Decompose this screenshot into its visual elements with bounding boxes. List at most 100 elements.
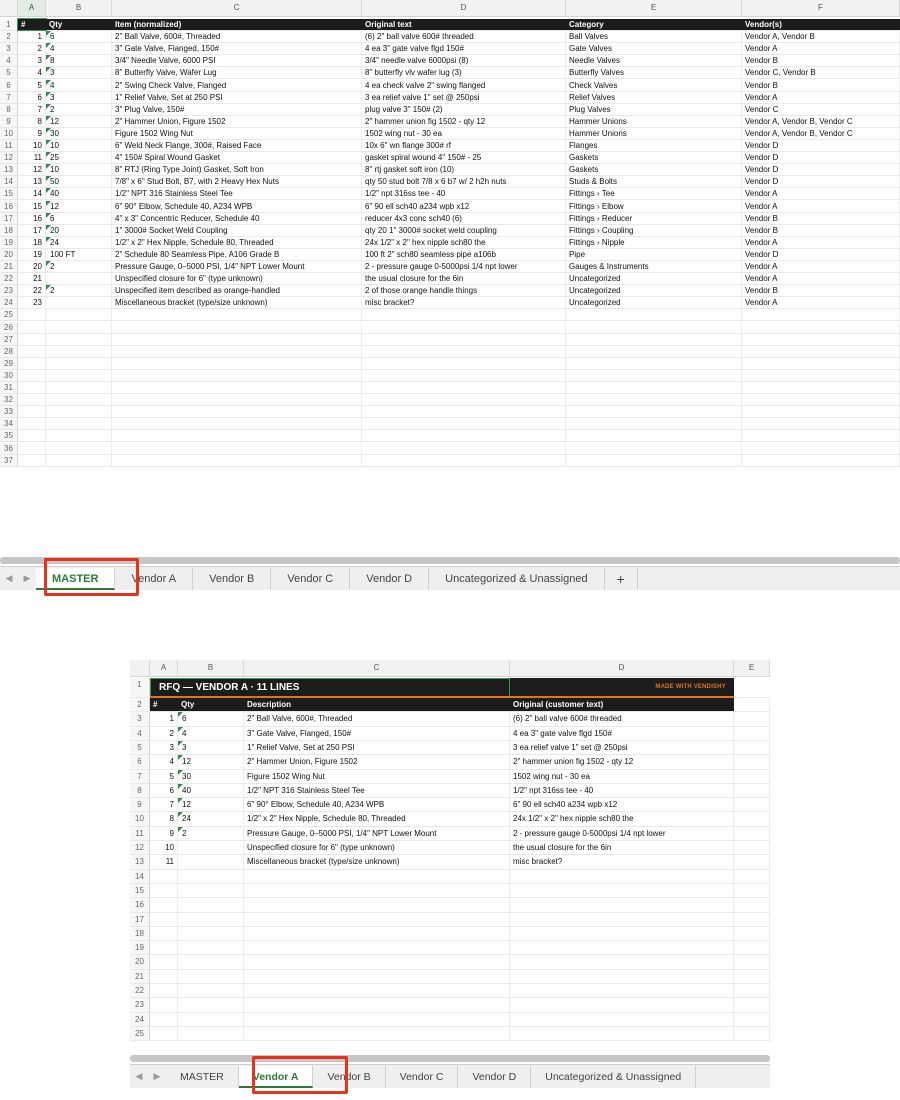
table-cell[interactable]: 1" Relief Valve, Set at 250 PSI — [244, 740, 510, 755]
table-cell[interactable] — [362, 394, 566, 406]
table-cell[interactable] — [566, 394, 742, 406]
tab-vendor-c[interactable]: Vendor C — [271, 567, 351, 590]
table-cell[interactable]: 3" Gate Valve, Flanged, 150# — [112, 43, 362, 55]
header-cell[interactable]: # — [150, 698, 178, 712]
table-cell[interactable] — [150, 912, 178, 926]
table-cell[interactable] — [46, 382, 112, 394]
table-cell[interactable]: Vendor A — [742, 200, 900, 212]
table-cell[interactable]: 40 — [46, 188, 112, 200]
column-header-b[interactable]: B — [178, 660, 244, 676]
table-cell[interactable]: Vendor D — [742, 152, 900, 164]
table-cell[interactable] — [150, 941, 178, 955]
table-cell[interactable]: 18 — [18, 236, 46, 248]
tab-vendor-c[interactable]: Vendor C — [386, 1065, 459, 1088]
table-cell[interactable] — [742, 394, 900, 406]
row-number[interactable]: 25 — [130, 1026, 150, 1041]
row-number[interactable]: 12 — [0, 152, 18, 164]
table-cell[interactable]: 2" Hammer Union, Figure 1502 — [112, 115, 362, 127]
table-cell[interactable]: qty 50 stud bolt 7/8 x 6 b7 w/ 2 h2h nut… — [362, 176, 566, 188]
add-sheet-button[interactable]: + — [605, 567, 638, 590]
table-cell[interactable] — [734, 926, 770, 941]
select-all-corner[interactable] — [0, 0, 18, 16]
table-cell[interactable]: 1/2" NPT 316 Stainless Steel Tee — [112, 188, 362, 200]
row-number[interactable]: 1 — [0, 19, 18, 31]
table-cell[interactable]: 12 — [46, 200, 112, 212]
table-cell[interactable]: 2 — [150, 726, 178, 740]
table-cell[interactable]: 16 — [18, 212, 46, 224]
table-cell[interactable] — [244, 984, 510, 998]
table-cell[interactable] — [150, 969, 178, 984]
table-cell[interactable]: Figure 1502 Wing Nut — [244, 769, 510, 783]
table-cell[interactable]: 4 ea 3" gate valve flgd 150# — [362, 43, 566, 55]
table-cell[interactable]: 4 — [18, 67, 46, 79]
table-cell[interactable]: 2" Hammer Union, Figure 1502 — [244, 755, 510, 769]
column-header-c[interactable]: C — [244, 660, 510, 676]
table-cell[interactable] — [362, 430, 566, 442]
table-cell[interactable]: 10 — [18, 140, 46, 152]
table-cell[interactable]: 1502 wing nut - 30 ea — [362, 127, 566, 139]
table-cell[interactable] — [244, 869, 510, 883]
table-cell[interactable]: 3 — [18, 55, 46, 67]
table-cell[interactable]: 12 — [46, 115, 112, 127]
row-number[interactable]: 8 — [130, 783, 150, 798]
header-cell[interactable]: Original text — [362, 19, 566, 31]
table-cell[interactable]: 40 — [178, 783, 244, 798]
select-all-corner[interactable] — [130, 660, 150, 676]
table-cell[interactable]: 13 — [18, 176, 46, 188]
row-number[interactable]: 4 — [130, 726, 150, 740]
table-cell[interactable]: Pressure Gauge, 0–5000 PSI, 1/4" NPT Low… — [244, 826, 510, 841]
table-cell[interactable] — [46, 394, 112, 406]
table-cell[interactable] — [362, 454, 566, 466]
table-cell[interactable] — [244, 998, 510, 1012]
row-number[interactable]: 20 — [0, 248, 18, 260]
table-cell[interactable] — [46, 430, 112, 442]
table-cell[interactable] — [566, 430, 742, 442]
table-cell[interactable]: Vendor B — [742, 79, 900, 91]
table-cell[interactable]: misc bracket? — [362, 297, 566, 309]
table-cell[interactable] — [566, 369, 742, 381]
header-cell[interactable] — [734, 698, 770, 712]
table-cell[interactable]: Uncategorized — [566, 285, 742, 297]
table-cell[interactable] — [734, 969, 770, 984]
table-cell[interactable] — [734, 841, 770, 855]
table-cell[interactable]: Fittings › Nipple — [566, 236, 742, 248]
table-cell[interactable]: 10x 6" wn flange 300# rf — [362, 140, 566, 152]
table-cell[interactable] — [46, 357, 112, 369]
table-cell[interactable]: Vendor C — [742, 103, 900, 115]
table-cell[interactable] — [150, 883, 178, 898]
row-number[interactable]: 17 — [130, 912, 150, 926]
table-cell[interactable] — [566, 454, 742, 466]
table-cell[interactable] — [178, 1026, 244, 1041]
table-cell[interactable] — [46, 406, 112, 418]
table-cell[interactable]: 1/2" npt 316ss tee - 40 — [510, 783, 734, 798]
table-cell[interactable]: 10 — [46, 164, 112, 176]
table-cell[interactable] — [46, 321, 112, 333]
column-header-c[interactable]: C — [112, 0, 362, 16]
table-cell[interactable] — [178, 855, 244, 869]
table-cell[interactable]: Unspecified closure for 6" (type unknown… — [112, 273, 362, 285]
table-cell[interactable] — [18, 394, 46, 406]
table-cell[interactable]: 2 - pressure gauge 0-5000psi 1/4 npt low… — [362, 261, 566, 273]
tab-vendor-d[interactable]: Vendor D — [350, 567, 430, 590]
table-cell[interactable] — [510, 912, 734, 926]
table-cell[interactable]: 6 — [46, 212, 112, 224]
table-cell[interactable] — [510, 955, 734, 969]
table-cell[interactable] — [178, 912, 244, 926]
table-cell[interactable]: Pipe — [566, 248, 742, 260]
row-number[interactable]: 2 — [130, 698, 150, 712]
table-cell[interactable] — [742, 442, 900, 454]
table-cell[interactable] — [46, 418, 112, 430]
header-cell[interactable]: Category — [566, 19, 742, 31]
table-cell[interactable]: the usual closure for the 6in — [510, 841, 734, 855]
table-cell[interactable]: 17 — [18, 224, 46, 236]
table-cell[interactable] — [112, 406, 362, 418]
table-cell[interactable]: 24x 1/2" x 2" hex nipple sch80 the — [362, 236, 566, 248]
table-cell[interactable]: 8" butterfly vlv wafer lug (3) — [362, 67, 566, 79]
table-cell[interactable] — [46, 297, 112, 309]
table-cell[interactable] — [510, 998, 734, 1012]
table-cell[interactable]: 3 — [46, 67, 112, 79]
row-number[interactable]: 15 — [0, 188, 18, 200]
tab-vendor-b[interactable]: Vendor B — [193, 567, 272, 590]
table-cell[interactable] — [178, 955, 244, 969]
table-cell[interactable] — [18, 406, 46, 418]
